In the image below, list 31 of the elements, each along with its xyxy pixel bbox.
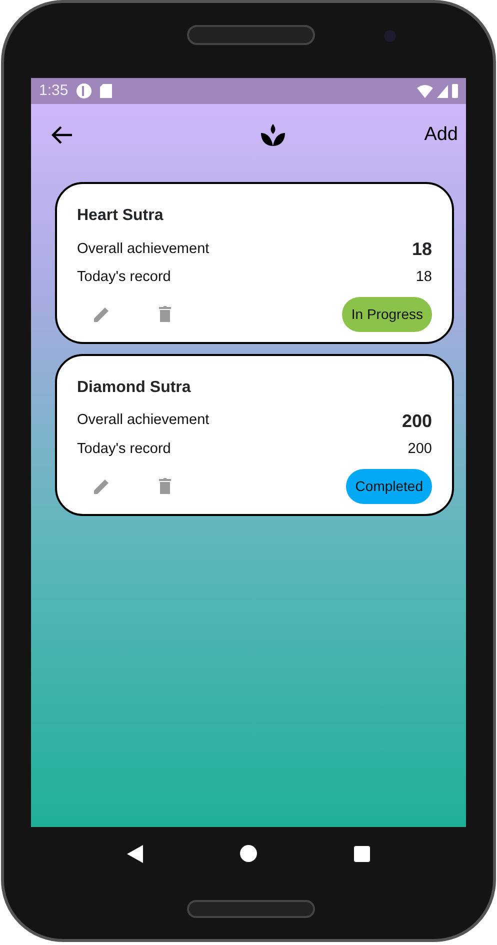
sd-card-icon [100,84,112,98]
delete-icon[interactable] [159,478,171,494]
camera-lens [384,30,396,42]
back-nav-icon[interactable] [127,844,144,862]
record-card[interactable]: Heart Sutra Overall achievement 18 Today's record 18 In Progress [55,182,454,344]
row-label: Today's record [77,440,171,459]
card-title: Heart Sutra [77,206,164,226]
row-label: Overall achievement [77,240,210,259]
today-value: 200 [408,440,432,459]
row-label: Overall achievement [77,411,210,430]
battery-icon [452,84,458,98]
add-button[interactable]: Add [424,120,458,150]
status-chip: Completed [346,468,432,504]
card-title: Diamond Sutra [77,378,192,398]
overall-value: 200 [402,410,432,433]
home-nav-icon[interactable] [240,845,257,862]
today-value: 18 [416,268,432,287]
lotus-icon [260,122,286,148]
status-chip: In Progress [342,296,432,332]
notification-icon [76,83,92,99]
record-card[interactable]: Diamond Sutra Overall achievement 200 Today's record 200 Completed [55,354,454,516]
edit-icon[interactable] [93,477,111,495]
status-time: 1:35 [39,80,68,101]
recents-nav-icon[interactable] [354,846,370,862]
overall-value: 18 [412,238,432,261]
signal-icon [437,84,448,98]
back-arrow-icon[interactable] [51,125,73,145]
delete-icon[interactable] [159,306,171,322]
wifi-icon [417,84,433,98]
row-label: Today's record [77,268,171,287]
edit-icon[interactable] [93,305,111,324]
